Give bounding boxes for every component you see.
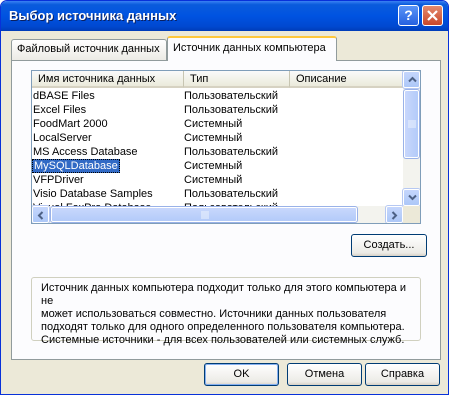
create-button[interactable]: Создать... — [351, 234, 427, 257]
scrollbar-corner — [403, 206, 420, 223]
horizontal-scroll-thumb[interactable] — [50, 206, 358, 223]
scroll-down-button[interactable] — [402, 188, 420, 207]
info-groupbox: Источник данных компьютера подходит толь… — [31, 277, 421, 346]
source-name: MySQLDatabase — [32, 159, 120, 173]
ok-button[interactable]: OK — [204, 363, 279, 386]
list-item[interactable]: Visio Database Samples Пользовательский — [32, 187, 420, 201]
source-name: LocalServer — [33, 132, 92, 144]
horizontal-scrollbar[interactable] — [32, 205, 404, 223]
title-bar[interactable]: Выбор источника данных ? — [1, 1, 448, 31]
source-name: FoodMart 2000 — [33, 118, 108, 130]
list-item[interactable]: VFPDriver Системный — [32, 173, 420, 187]
source-type: Пользовательский — [184, 90, 278, 102]
column-header-label: Имя источника данных — [38, 73, 156, 85]
data-source-list[interactable]: Имя источника данных Тип Описание dBASE … — [31, 70, 421, 224]
source-type: Системный — [184, 132, 243, 144]
column-header-type[interactable]: Тип — [184, 71, 290, 88]
source-type: Пользовательский — [184, 188, 278, 200]
column-header-label: Тип — [190, 73, 209, 85]
info-line: может использоваться совместно. Источник… — [41, 308, 387, 320]
help-title-button[interactable]: ? — [398, 5, 419, 26]
help-button[interactable]: Справка — [365, 363, 440, 386]
scroll-left-button[interactable] — [32, 205, 50, 223]
source-name: Excel Files — [33, 104, 87, 116]
source-type: Системный — [184, 174, 243, 186]
source-type: Пользовательский — [184, 146, 278, 158]
info-line: Источник данных компьютера подходит толь… — [41, 282, 406, 307]
list-item-selected[interactable]: MySQLDatabase Системный — [32, 159, 420, 173]
info-line: Системные источники - для всех пользоват… — [41, 334, 405, 346]
column-header-description[interactable]: Описание — [290, 71, 410, 88]
arrow-right-icon — [391, 211, 398, 220]
source-name: dBASE Files — [33, 90, 95, 102]
question-icon: ? — [404, 7, 413, 23]
tab-panel: Имя источника данных Тип Описание dBASE … — [11, 60, 441, 360]
source-name: VFPDriver — [33, 174, 84, 186]
arrow-up-icon — [408, 76, 417, 83]
source-type: Системный — [184, 160, 243, 172]
list-item[interactable]: LocalServer Системный — [32, 131, 420, 145]
tab-file-dsn[interactable]: Файловый источник данных — [11, 39, 167, 60]
column-header-name[interactable]: Имя источника данных — [32, 71, 184, 88]
tab-machine-dsn[interactable]: Источник данных компьютера — [167, 36, 337, 61]
tab-label: Файловый источник данных — [17, 43, 160, 55]
source-type: Системный — [184, 118, 243, 130]
info-line: подходят только для одного определенного… — [41, 321, 405, 333]
list-item[interactable]: MS Access Database Пользовательский — [32, 145, 420, 159]
tab-label: Источник данных компьютера — [173, 42, 326, 54]
close-button[interactable] — [422, 5, 443, 26]
cancel-button[interactable]: Отмена — [287, 363, 362, 386]
close-icon — [427, 10, 438, 21]
grip-icon — [201, 211, 209, 219]
source-name: Visio Database Samples — [33, 188, 153, 200]
list-item[interactable]: FoodMart 2000 Системный — [32, 117, 420, 131]
column-header-label: Описание — [296, 73, 347, 85]
arrow-left-icon — [37, 211, 44, 220]
dialog-window: Выбор источника данных ? Файловый источн… — [0, 0, 449, 395]
vertical-scrollbar[interactable] — [402, 71, 420, 207]
list-item[interactable]: Excel Files Пользовательский — [32, 103, 420, 117]
scroll-right-button[interactable] — [385, 205, 404, 223]
arrow-down-icon — [408, 194, 417, 201]
window-title: Выбор источника данных — [9, 8, 177, 23]
grip-icon — [408, 120, 416, 128]
source-type: Пользовательский — [184, 104, 278, 116]
list-item[interactable]: dBASE Files Пользовательский — [32, 89, 420, 103]
scroll-up-button[interactable] — [402, 71, 420, 89]
source-name: MS Access Database — [33, 146, 138, 158]
vertical-scroll-thumb[interactable] — [403, 89, 420, 159]
